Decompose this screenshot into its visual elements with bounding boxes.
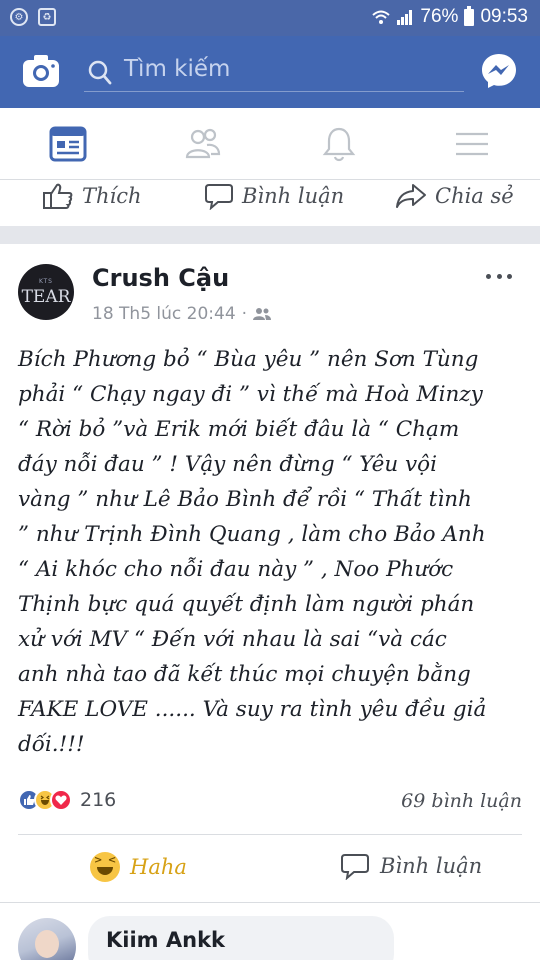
share-button[interactable]: Chia sẻ — [395, 182, 514, 210]
comment-bubble[interactable]: Kiim Ankk — [88, 916, 394, 960]
tab-notifications[interactable] — [319, 124, 359, 164]
comment-button[interactable]: Bình luận — [204, 182, 344, 210]
reaction-summary[interactable]: 216 — [18, 789, 116, 811]
author-avatar[interactable]: KTS TEAR — [18, 264, 74, 320]
like-button[interactable]: Thích — [42, 182, 142, 210]
messenger-icon[interactable] — [480, 52, 518, 90]
haha-label: Haha — [130, 855, 187, 879]
haha-reaction-button[interactable]: Haha — [90, 852, 187, 882]
more-dot — [507, 274, 512, 279]
like-label: Thích — [82, 184, 142, 208]
comment-author[interactable]: Kiim Ankk — [106, 928, 225, 952]
more-dot — [486, 274, 491, 279]
share-icon — [396, 184, 426, 208]
post-body-line: phải “ Chạy ngay đi ” vì thế mà Hoà Minz… — [18, 382, 483, 407]
post-body-line: vàng ” như Lê Bảo Bình để rồi “ Thất tìn… — [18, 487, 472, 512]
post-comment-label: Bình luận — [380, 854, 483, 878]
haha-emoji-icon — [90, 852, 120, 882]
camera-icon[interactable] — [22, 54, 60, 88]
battery-percent: 76% — [420, 6, 459, 27]
comment-icon — [341, 854, 369, 880]
status-notifications: ⚙ ♻ — [10, 8, 56, 26]
status-indicators: 76% 09:53 — [372, 5, 528, 28]
post-body-line: dối.!!! — [18, 732, 85, 757]
tab-news-feed[interactable] — [48, 124, 88, 164]
post-body-line: “ Ai khóc cho nỗi đau này ” , Noo Phước — [18, 557, 454, 582]
post-body-line: Bích Phương bỏ “ Bùa yêu ” nên Sơn Tùng — [18, 347, 479, 372]
post-actions: Haha Bình luận — [0, 840, 540, 898]
signal-icon — [397, 10, 413, 25]
wifi-icon — [372, 10, 391, 24]
friends-icon — [253, 308, 272, 320]
settings-notification-icon: ⚙ — [10, 8, 28, 26]
tab-menu[interactable] — [452, 124, 492, 164]
post-timestamp[interactable]: 18 Th5 lúc 20:44 — [92, 304, 236, 324]
search-placeholder: Tìm kiếm — [124, 56, 231, 82]
thumbs-up-icon — [43, 183, 73, 209]
status-bar: ⚙ ♻ 76% 09:53 — [0, 0, 540, 36]
post-body-line: đáy nỗi đau ” ! Vậy nên đừng “ Yêu vội — [18, 452, 437, 477]
post-comment-button[interactable]: Bình luận — [340, 852, 482, 880]
post-body: Bích Phương bỏ “ Bùa yêu ” nên Sơn Tùng … — [18, 342, 526, 762]
clock: 09:53 — [480, 6, 528, 27]
comment-label: Bình luận — [242, 184, 345, 208]
post-author[interactable]: Crush Cậu — [92, 264, 229, 292]
avatar-small-text: KTS — [39, 278, 53, 285]
post-body-line: ” như Trịnh Đình Quang , làm cho Bảo Anh — [18, 522, 486, 547]
post-body-line: “ Rời bỏ ”và Erik mới biết đâu là “ Chạm — [18, 417, 460, 442]
tab-bar — [0, 108, 540, 180]
post-body-line: Thịnh bực quá quyết định làm người phán — [18, 592, 475, 617]
battery-icon — [464, 5, 475, 26]
feed-separator — [0, 226, 540, 244]
app-bar: Tìm kiếm — [0, 36, 540, 108]
share-label: Chia sẻ — [435, 184, 514, 208]
comments-divider — [0, 902, 540, 903]
post: KTS TEAR Crush Cậu 18 Th5 lúc 20:44 · Bí… — [0, 244, 540, 960]
commenter-avatar[interactable] — [18, 918, 76, 960]
post-body-line: anh nhà tao đã kết thúc mọi chuyện bằng — [18, 662, 471, 687]
search-input[interactable]: Tìm kiếm — [84, 54, 464, 92]
previous-post-actions: Thích Bình luận Chia sẻ — [0, 180, 540, 226]
more-options-button[interactable] — [486, 274, 512, 282]
avatar-main-text: TEAR — [21, 287, 71, 307]
comment-count[interactable]: 69 bình luận — [401, 790, 522, 812]
post-meta: 18 Th5 lúc 20:44 · — [92, 304, 272, 324]
search-icon — [88, 60, 112, 85]
tab-friends[interactable] — [183, 124, 223, 164]
reaction-count: 216 — [80, 789, 117, 811]
love-reaction-icon — [50, 789, 72, 811]
post-divider — [18, 834, 522, 835]
more-dot — [496, 274, 502, 279]
comment-icon — [205, 184, 233, 210]
recycle-notification-icon: ♻ — [38, 8, 56, 26]
meta-dot: · — [241, 304, 248, 324]
post-body-line: xử với MV “ Đến với nhau là sai “và các — [18, 627, 447, 652]
post-body-line: FAKE LOVE ...... Và suy ra tình yêu đều … — [18, 697, 487, 722]
